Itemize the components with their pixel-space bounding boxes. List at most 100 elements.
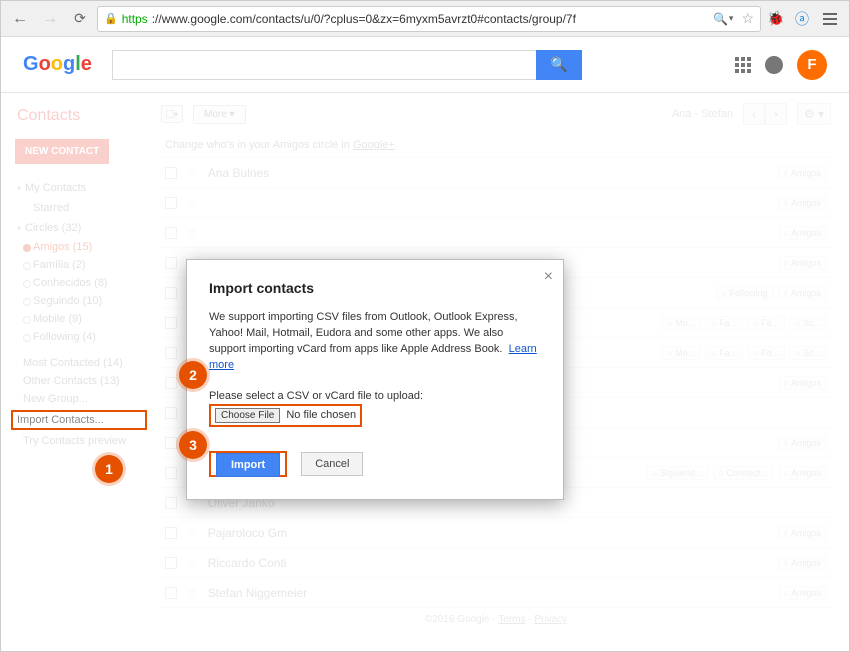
- contact-tags: ○ Siguiend...○ Connect...○ Amigos: [646, 466, 827, 480]
- sidebar-new-group[interactable]: New Group...: [11, 390, 147, 408]
- bookmark-star-icon[interactable]: ☆: [741, 10, 754, 27]
- account-avatar[interactable]: F: [797, 50, 827, 80]
- choose-file-button[interactable]: Choose File: [215, 408, 280, 423]
- chosen-file-label: No file chosen: [286, 409, 356, 421]
- search-icon: 🔍: [550, 56, 567, 73]
- extension-icon-1[interactable]: 🐞: [765, 8, 787, 30]
- contact-name: Ana Bulnes: [208, 166, 768, 180]
- contact-tags: ○ Following○ Amigos: [716, 286, 827, 300]
- sidebar-circle-item[interactable]: Amigos (15): [11, 238, 147, 256]
- sidebar-circle-item[interactable]: Seguindo (10): [11, 292, 147, 310]
- url-text: ://www.google.com/contacts/u/0/?cplus=0&…: [152, 12, 576, 26]
- contact-row[interactable]: ☆Ana Bulnes○ Amigos: [161, 157, 831, 187]
- annotation-callout-1: 1: [95, 455, 123, 483]
- sidebar-most-contacted[interactable]: Most Contacted (14): [11, 354, 147, 372]
- contact-row[interactable]: ☆Stefan Niggemeier○ Amigos: [161, 577, 831, 607]
- import-button-highlight: Import: [209, 451, 287, 477]
- sidebar-try-preview[interactable]: Try Contacts preview: [11, 432, 147, 450]
- row-checkbox[interactable]: [165, 587, 177, 599]
- row-checkbox[interactable]: [165, 167, 177, 179]
- row-checkbox[interactable]: [165, 377, 177, 389]
- contact-row[interactable]: ☆Riccardo Conti○ Amigos: [161, 547, 831, 577]
- sidebar: Contacts NEW CONTACT My Contacts Starred…: [1, 93, 151, 651]
- contact-tags: ○ Amigos: [778, 526, 827, 540]
- search-button[interactable]: 🔍: [536, 50, 582, 80]
- dialog-body-text: We support importing CSV files from Outl…: [209, 310, 541, 374]
- select-all-checkbox[interactable]: ▾: [161, 105, 183, 123]
- forward-button[interactable]: →: [37, 6, 63, 32]
- pager-next[interactable]: ›: [765, 103, 787, 125]
- dialog-close-button[interactable]: ×: [544, 268, 553, 286]
- import-button[interactable]: Import: [216, 453, 280, 477]
- google-bar: Google 🔍 F: [1, 37, 849, 93]
- footer-terms-link[interactable]: Terms: [498, 614, 525, 625]
- star-icon[interactable]: ☆: [187, 586, 198, 600]
- breadcrumb-user: Ana - Stefan: [672, 108, 733, 120]
- row-checkbox[interactable]: [165, 347, 177, 359]
- contact-row[interactable]: ☆○ Amigos: [161, 187, 831, 217]
- page-footer: ©2016 Google - Terms - Privacy: [161, 607, 831, 631]
- contact-tags: ○ Amigos: [778, 376, 827, 390]
- apps-grid-icon[interactable]: [735, 57, 751, 73]
- contact-tags: ○ Amigos: [778, 256, 827, 270]
- extension-icon-2[interactable]: ⓐ: [791, 8, 813, 30]
- annotation-callout-3: 3: [179, 431, 207, 459]
- url-scheme: https: [122, 12, 148, 26]
- browser-menu-icon[interactable]: [817, 6, 843, 32]
- zoom-icon[interactable]: 🔍▾: [713, 12, 733, 26]
- contact-tags: ○ Amigos: [778, 436, 827, 450]
- row-checkbox[interactable]: [165, 317, 177, 329]
- contact-name: Stefan Niggemeier: [208, 586, 768, 600]
- file-select-label: Please select a CSV or vCard file to upl…: [209, 390, 541, 402]
- sidebar-other-contacts[interactable]: Other Contacts (13): [11, 372, 147, 390]
- row-checkbox[interactable]: [165, 467, 177, 479]
- browser-toolbar: ← → ⟳ 🔒 https ://www.google.com/contacts/…: [1, 1, 849, 37]
- more-menu-button[interactable]: More ▾: [193, 105, 246, 124]
- back-button[interactable]: ←: [7, 6, 33, 32]
- row-checkbox[interactable]: [165, 227, 177, 239]
- sidebar-circle-item[interactable]: Mobile (9): [11, 310, 147, 328]
- row-checkbox[interactable]: [165, 557, 177, 569]
- reload-button[interactable]: ⟳: [67, 6, 93, 32]
- notifications-icon[interactable]: [765, 56, 783, 74]
- google-plus-link[interactable]: Google+: [353, 139, 395, 151]
- dialog-title: Import contacts: [209, 280, 541, 296]
- pager-prev[interactable]: ‹: [743, 103, 765, 125]
- row-checkbox[interactable]: [165, 407, 177, 419]
- app-title: Contacts: [17, 107, 147, 125]
- star-icon[interactable]: ☆: [187, 226, 198, 240]
- contact-row[interactable]: ☆ Pajaroloco Gm ○ Amigos: [161, 517, 831, 547]
- sidebar-my-contacts[interactable]: My Contacts: [11, 178, 147, 198]
- row-checkbox[interactable]: [165, 497, 177, 509]
- file-input-row: Choose File No file chosen: [209, 404, 362, 427]
- contact-name: Pajaroloco Gm: [208, 526, 768, 540]
- sidebar-circle-item[interactable]: Following (4): [11, 328, 147, 346]
- cancel-button[interactable]: Cancel: [301, 452, 363, 476]
- list-toolbar: ▾ More ▾ Ana - Stefan ‹ › ⚙ ▾: [161, 97, 831, 131]
- star-icon[interactable]: ☆: [187, 526, 198, 540]
- row-checkbox[interactable]: [165, 527, 177, 539]
- settings-gear-button[interactable]: ⚙ ▾: [797, 103, 831, 125]
- contact-name: Riccardo Conti: [208, 556, 768, 570]
- star-icon[interactable]: ☆: [187, 166, 198, 180]
- address-bar[interactable]: 🔒 https ://www.google.com/contacts/u/0/?c…: [97, 6, 761, 32]
- sidebar-circles[interactable]: Circles (32): [11, 218, 147, 238]
- sidebar-circle-item[interactable]: Família (2): [11, 256, 147, 274]
- lock-icon: 🔒: [104, 12, 118, 25]
- footer-privacy-link[interactable]: Privacy: [534, 614, 567, 625]
- sidebar-import-contacts[interactable]: Import Contacts...: [11, 410, 147, 430]
- contact-tags: ○ Mo...○ Fa...○ Fa...○ Sc...: [661, 346, 827, 360]
- google-logo[interactable]: Google: [23, 53, 92, 76]
- row-checkbox[interactable]: [165, 437, 177, 449]
- row-checkbox[interactable]: [165, 197, 177, 209]
- contact-row[interactable]: ☆○ Amigos: [161, 217, 831, 247]
- star-icon[interactable]: ☆: [187, 196, 198, 210]
- sidebar-circle-item[interactable]: Conhecidos (8): [11, 274, 147, 292]
- sidebar-starred[interactable]: Starred: [11, 198, 147, 218]
- search-input[interactable]: [112, 50, 536, 80]
- row-checkbox[interactable]: [165, 287, 177, 299]
- star-icon[interactable]: ☆: [187, 556, 198, 570]
- new-contact-button[interactable]: NEW CONTACT: [15, 139, 109, 164]
- row-checkbox[interactable]: [165, 257, 177, 269]
- contact-tags: ○ Mo...○ Fa...○ Fa...○ Sc...: [661, 316, 827, 330]
